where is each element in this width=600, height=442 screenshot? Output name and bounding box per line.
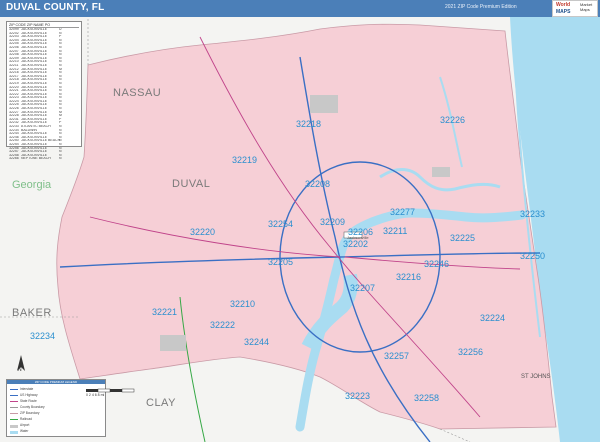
scale-bar: 0 2 4 6 8 mi <box>84 384 144 404</box>
legend-item: Airport <box>20 423 30 427</box>
publisher-logo[interactable]: World MAPS Market Maps <box>552 0 598 17</box>
map-header: DUVAL COUNTY, FL 2021 ZIP Code Premium E… <box>0 0 600 17</box>
zip-label[interactable]: 32219 <box>232 155 257 165</box>
county-label-nassau: NASSAU <box>113 87 162 99</box>
zip-label[interactable]: 32257 <box>384 351 409 361</box>
legend-item: US Highway <box>20 393 38 397</box>
north-arrow-icon: N <box>12 353 30 375</box>
zip-label[interactable]: 32246 <box>424 259 449 269</box>
zip-label[interactable]: 32207 <box>350 283 375 293</box>
legend-swatch-interstate <box>10 389 18 391</box>
logo-line3: Market Maps <box>580 2 593 12</box>
zip-label[interactable]: 32277 <box>390 207 415 217</box>
legend-swatch-county-boundary <box>10 407 18 409</box>
zip-label[interactable]: 32220 <box>190 227 215 237</box>
zip-label[interactable]: 32254 <box>268 219 293 229</box>
legend-swatch-water <box>10 431 18 434</box>
zip-label[interactable]: 32218 <box>296 119 321 129</box>
zip-table-cell-name: NEPTUNE BEACH <box>21 157 51 161</box>
city-marker-label: Jacksonville <box>347 235 369 240</box>
legend-item: ZIP Boundary <box>20 411 40 415</box>
zip-label[interactable]: 32211 <box>383 226 407 236</box>
zip-label[interactable]: 32233 <box>520 209 545 219</box>
legend-item: Interstate <box>20 387 34 391</box>
zip-table-header-name: ZIP NAME <box>26 23 44 27</box>
zip-table-body: 32099 JACKSONVILLE U 32202 JACKSONVILLE N 3220… <box>9 28 79 161</box>
zip-label[interactable]: 32222 <box>210 320 235 330</box>
scale-bar-text: 0 2 4 6 8 mi <box>86 393 105 397</box>
zip-label[interactable]: 32234 <box>30 331 55 341</box>
logo-line1: World <box>556 2 571 8</box>
zip-label[interactable]: 32216 <box>396 272 421 282</box>
zip-label[interactable]: 32210 <box>230 299 255 309</box>
edition-label: 2021 ZIP Code Premium Edition <box>445 4 517 10</box>
zip-table-row: 32266 NEPTUNE BEACH N <box>9 157 79 161</box>
legend-swatch-railroad <box>10 419 18 421</box>
legend-swatch-zip-boundary <box>10 413 18 415</box>
north-letter: N <box>18 367 22 373</box>
legend-swatch-airport <box>10 425 18 428</box>
zip-label[interactable]: 32208 <box>305 179 330 189</box>
airport-east <box>432 167 450 177</box>
zip-label[interactable]: 32223 <box>345 391 370 401</box>
legend-swatch-state-route <box>10 401 18 403</box>
zip-label[interactable]: 32209 <box>320 217 345 227</box>
zip-label[interactable]: 32226 <box>440 115 465 125</box>
zip-table-header-po: PO <box>44 23 51 27</box>
county-label-duval: DUVAL <box>172 178 211 190</box>
zip-label[interactable]: 32258 <box>414 393 439 403</box>
airport-north <box>310 95 338 113</box>
zip-table-cell-zip: 32266 <box>9 157 19 161</box>
legend-item: County Boundary <box>20 405 45 409</box>
legend-item: Water <box>20 429 29 433</box>
airport-west <box>160 335 186 351</box>
zip-label[interactable]: 32225 <box>450 233 475 243</box>
state-label-georgia: Georgia <box>12 179 52 191</box>
zip-label[interactable]: 32202 <box>343 239 368 249</box>
legend-swatch-us-highway <box>10 395 18 397</box>
legend-item: State Route <box>20 399 37 403</box>
zip-table-header-zip: ZIP CODE <box>9 23 26 27</box>
zip-label[interactable]: 32205 <box>268 257 293 267</box>
zip-code-table: ZIP CODE ZIP NAME PO 32099 JACKSONVILLE U 3… <box>6 21 82 160</box>
county-label-clay: CLAY <box>146 397 176 409</box>
zip-label[interactable]: 32244 <box>244 337 269 347</box>
zip-label[interactable]: 32256 <box>458 347 483 357</box>
zip-label[interactable]: 32250 <box>520 251 545 261</box>
county-label-st-johns: ST JOHNS <box>521 374 551 380</box>
zip-label[interactable]: 32221 <box>152 307 177 317</box>
map-title: DUVAL COUNTY, FL <box>6 2 105 13</box>
county-label-baker: BAKER <box>12 307 52 319</box>
zip-table-cell-po: N <box>59 157 62 161</box>
logo-line2: MAPS <box>556 9 571 15</box>
zip-label[interactable]: 32224 <box>480 313 505 323</box>
legend-item: Railroad <box>20 417 32 421</box>
